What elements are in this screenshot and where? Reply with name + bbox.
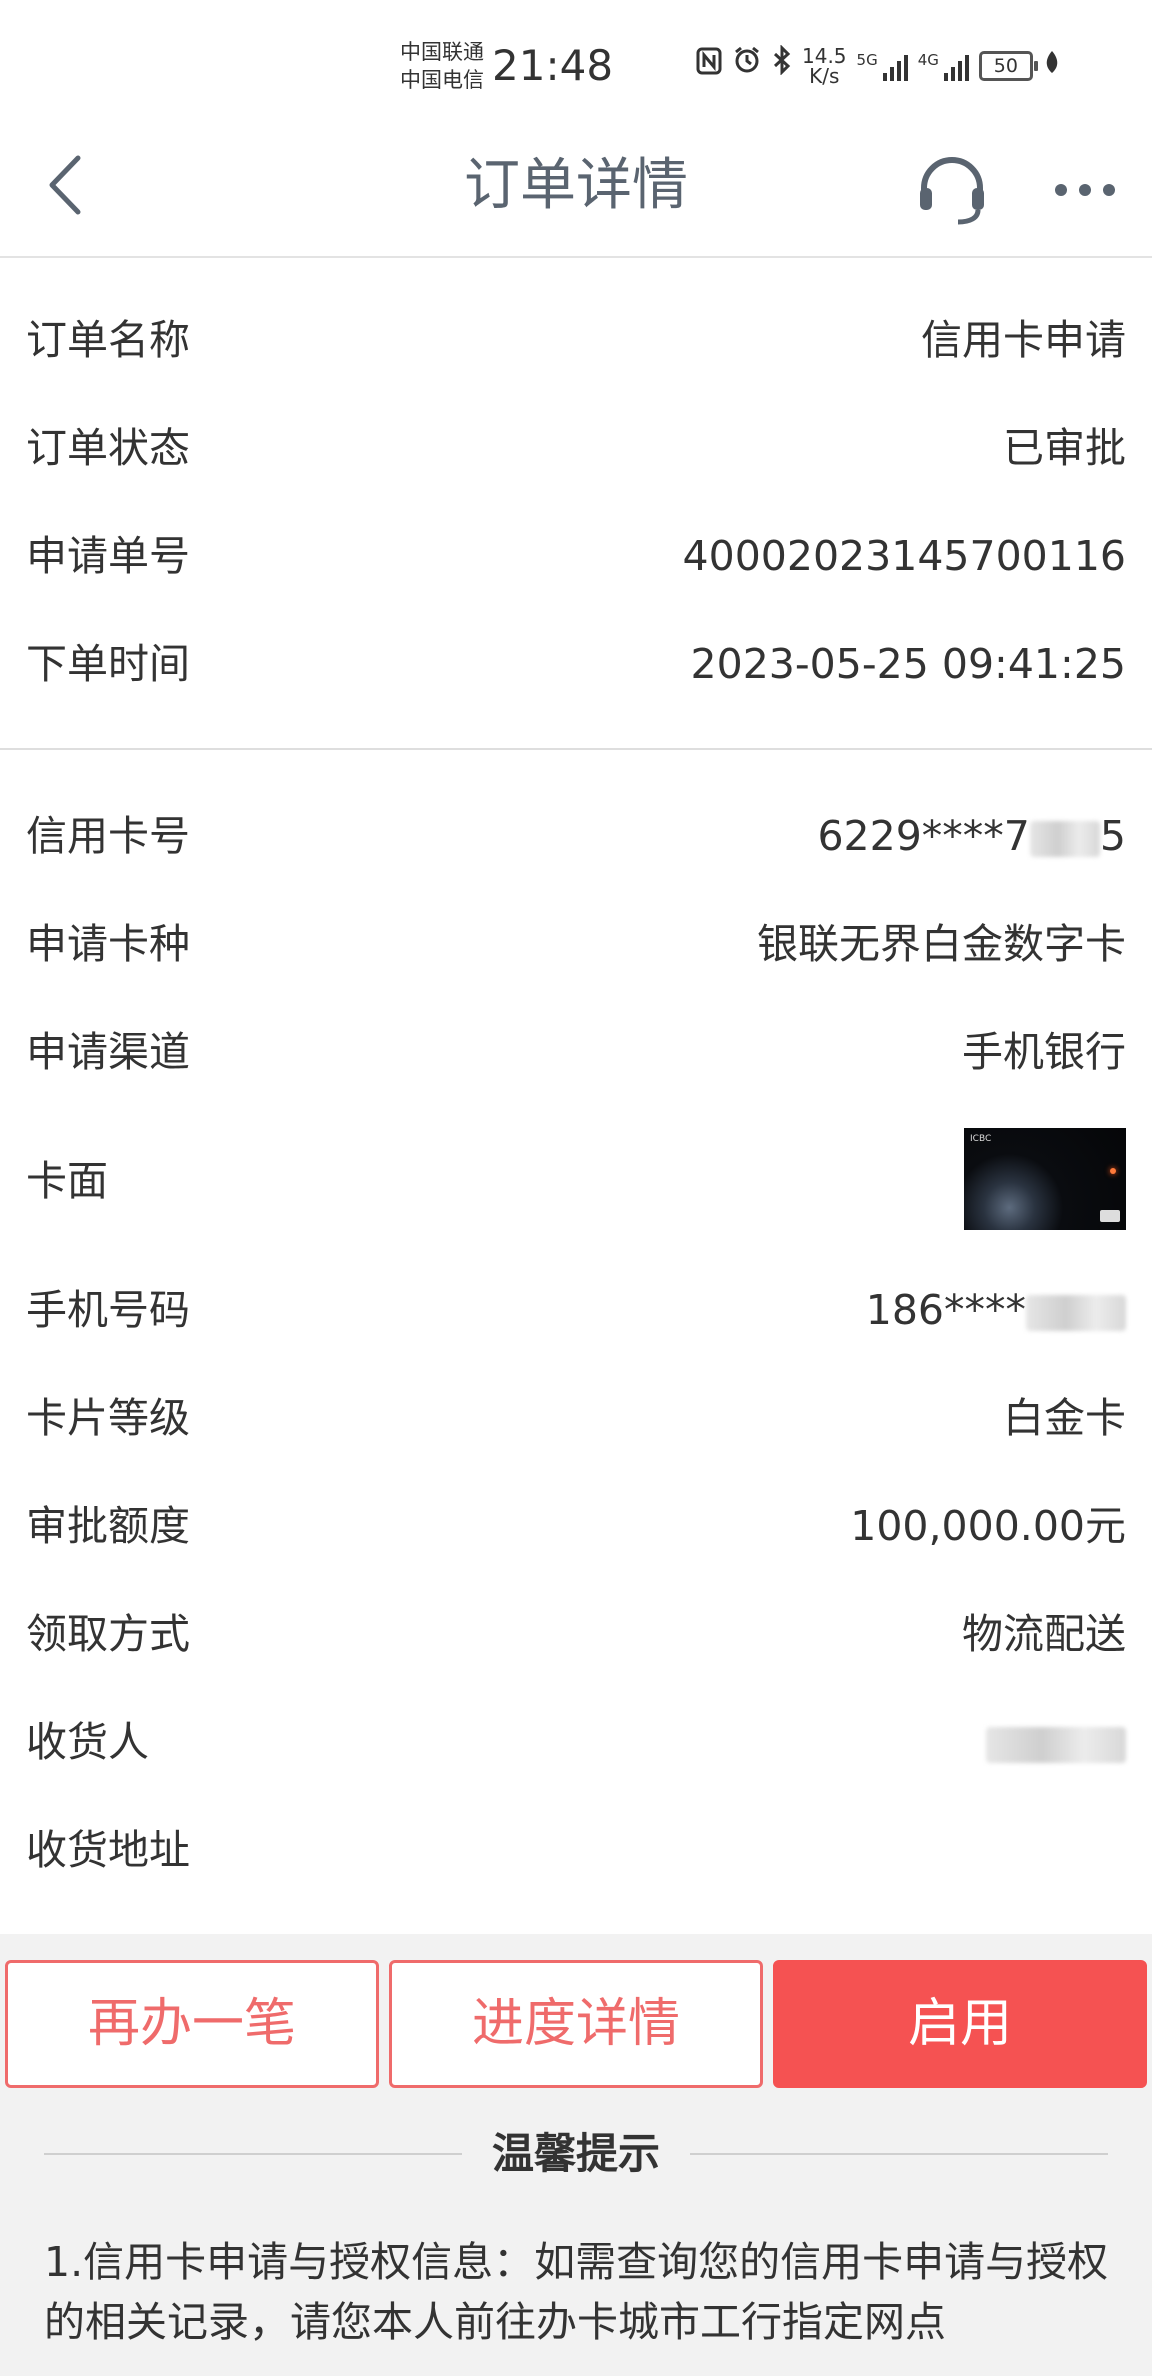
masked-blur [986,1727,1126,1763]
card-chip-icon [1100,1210,1120,1222]
tips-text: 1.信用卡申请与授权信息：如需查询您的信用卡申请与授权的相关记录，请您本人前往办… [44,2238,1109,2346]
nav-bar: 订单详情 [0,120,1152,258]
order-info-section: 订单名称 信用卡申请 订单状态 已审批 申请单号 400020231457001… [0,286,1152,718]
section-divider [0,748,1152,750]
card-face-row: 卡面 ICBC [0,1106,1152,1256]
card-brand-logo: ICBC [970,1134,992,1144]
application-number-value: 40002023145700116 [682,532,1126,580]
address-row: 收货地址 [0,1796,1152,1904]
headset-icon [920,157,984,225]
order-time-label: 下单时间 [26,640,190,688]
bluetooth-icon [772,44,792,88]
card-info-section: 信用卡号 6229****7 5 申请卡种 银联无界白金数字卡 申请渠道 手机银行… [0,782,1152,1904]
status-time: 21:48 [492,41,614,90]
leaf-icon [1043,44,1061,88]
credit-limit-value: 100,000.00元 [850,1502,1126,1550]
speed-value: 14.5 [802,44,847,68]
order-name-row: 订单名称 信用卡申请 [0,286,1152,394]
customer-service-button[interactable] [912,150,992,230]
application-number-label: 申请单号 [26,532,190,580]
card-face-image[interactable]: ICBC [964,1128,1126,1230]
order-name-label: 订单名称 [26,316,190,364]
credit-limit-label: 审批额度 [26,1502,190,1550]
bottom-area: 再办一笔 进度详情 启用 温馨提示 1.信用卡申请与授权信息：如需查询您的信用卡… [0,1934,1152,2376]
channel-value: 手机银行 [962,1028,1126,1076]
more-dots-icon [1055,184,1115,196]
receiver-label: 收货人 [26,1718,149,1766]
status-bar: 中国联通 中国电信 21:48 14.5 K/s 5G 4G 50 [0,0,1152,120]
carrier-names: 中国联通 中国电信 [400,38,484,94]
receiver-value [986,1688,1126,1796]
network-speed: 14.5 K/s [802,46,847,86]
card-face-label: 卡面 [26,1157,108,1205]
tips-title-text: 温馨提示 [461,2129,690,2178]
tips-header: 温馨提示 [44,2124,1108,2184]
signal-4g-icon: 4G [918,51,969,81]
carrier-1: 中国联通 [400,40,484,64]
channel-label: 申请渠道 [26,1028,190,1076]
card-level-value: 白金卡 [1003,1394,1126,1442]
masked-blur [1026,1295,1126,1331]
order-time-value: 2023-05-25 09:41:25 [690,640,1126,688]
pickup-method-row: 领取方式 物流配送 [0,1580,1152,1688]
network-type-2: 4G [917,51,939,69]
order-time-row: 下单时间 2023-05-25 09:41:25 [0,610,1152,718]
order-status-value: 已审批 [1003,424,1126,472]
receiver-row: 收货人 [0,1688,1152,1796]
order-name-value: 信用卡申请 [921,316,1126,364]
masked-blur [1029,821,1100,857]
card-type-label: 申请卡种 [26,920,190,968]
phone-text: 186**** [865,1286,1026,1334]
card-planet-glow [1110,1168,1116,1174]
signal-5g-icon: 5G [857,51,908,81]
phone-row: 手机号码 186**** [0,1256,1152,1364]
network-type-1: 5G [856,51,878,69]
system-icons: 14.5 K/s 5G 4G 50 [696,44,1061,88]
card-number-row: 信用卡号 6229****7 5 [0,782,1152,890]
nfc-icon [696,44,722,88]
speed-unit: K/s [809,64,840,88]
order-status-label: 订单状态 [26,424,190,472]
card-level-label: 卡片等级 [26,1394,190,1442]
activate-button[interactable]: 启用 [773,1960,1147,2088]
card-type-row: 申请卡种 银联无界白金数字卡 [0,890,1152,998]
address-label: 收货地址 [26,1826,190,1874]
order-status-row: 订单状态 已审批 [0,394,1152,502]
card-number-tail: 5 [1099,812,1126,860]
channel-row: 申请渠道 手机银行 [0,998,1152,1106]
more-button[interactable] [1052,160,1118,220]
card-number-text: 6229****7 [817,812,1030,860]
progress-details-button[interactable]: 进度详情 [389,1960,763,2088]
carrier-2: 中国电信 [400,68,484,92]
card-number-label: 信用卡号 [26,812,190,860]
tips-title: 温馨提示 [44,2124,1108,2184]
card-type-value: 银联无界白金数字卡 [757,920,1126,968]
pickup-method-value: 物流配送 [962,1610,1126,1658]
credit-limit-row: 审批额度 100,000.00元 [0,1472,1152,1580]
card-number-value: 6229****7 5 [817,782,1126,890]
card-level-row: 卡片等级 白金卡 [0,1364,1152,1472]
phone-value: 186**** [866,1256,1126,1364]
alarm-icon [732,44,762,88]
application-number-row: 申请单号 40002023145700116 [0,502,1152,610]
battery-icon: 50 [978,51,1038,81]
apply-again-button[interactable]: 再办一笔 [5,1960,379,2088]
pickup-method-label: 领取方式 [26,1610,190,1658]
phone-label: 手机号码 [26,1286,190,1334]
